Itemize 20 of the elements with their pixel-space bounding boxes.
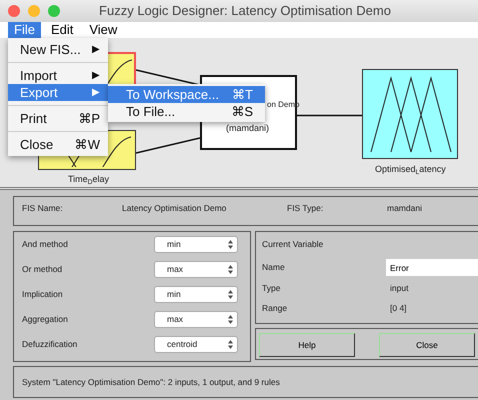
fis-type-value: mamdani [387, 203, 423, 213]
variable-label: Time$_{D}$elay [68, 173, 110, 186]
method-label: Defuzzification [22, 338, 78, 351]
method-label: And method [22, 238, 68, 251]
field-label: Name [262, 261, 286, 274]
method-label: Or method [22, 263, 62, 276]
current-variable-title: Current Variable [262, 238, 324, 251]
method-label: Aggregation [22, 313, 68, 326]
window-title: Fuzzy Logic Designer: Latency Optimisation Demo [98, 2, 392, 20]
status-text: System "Latency Optimisation Demo": 2 inputs, 1 output, and 9 rules [22, 377, 280, 387]
variable-label: Optimised$_{L}$atency [375, 163, 446, 176]
field-value: input [389, 282, 408, 295]
field-label: Range [262, 302, 288, 315]
system-label: (mamdani) [226, 122, 270, 135]
field-value: [0 4] [389, 302, 407, 315]
fis-name-label: FIS Name: [22, 203, 64, 213]
method-label: Implication [22, 288, 63, 301]
fis-name-value: Latency Optimisation Demo [122, 203, 228, 213]
fis-type-label: FIS Type: [287, 203, 324, 213]
field-label: Type [262, 282, 282, 295]
